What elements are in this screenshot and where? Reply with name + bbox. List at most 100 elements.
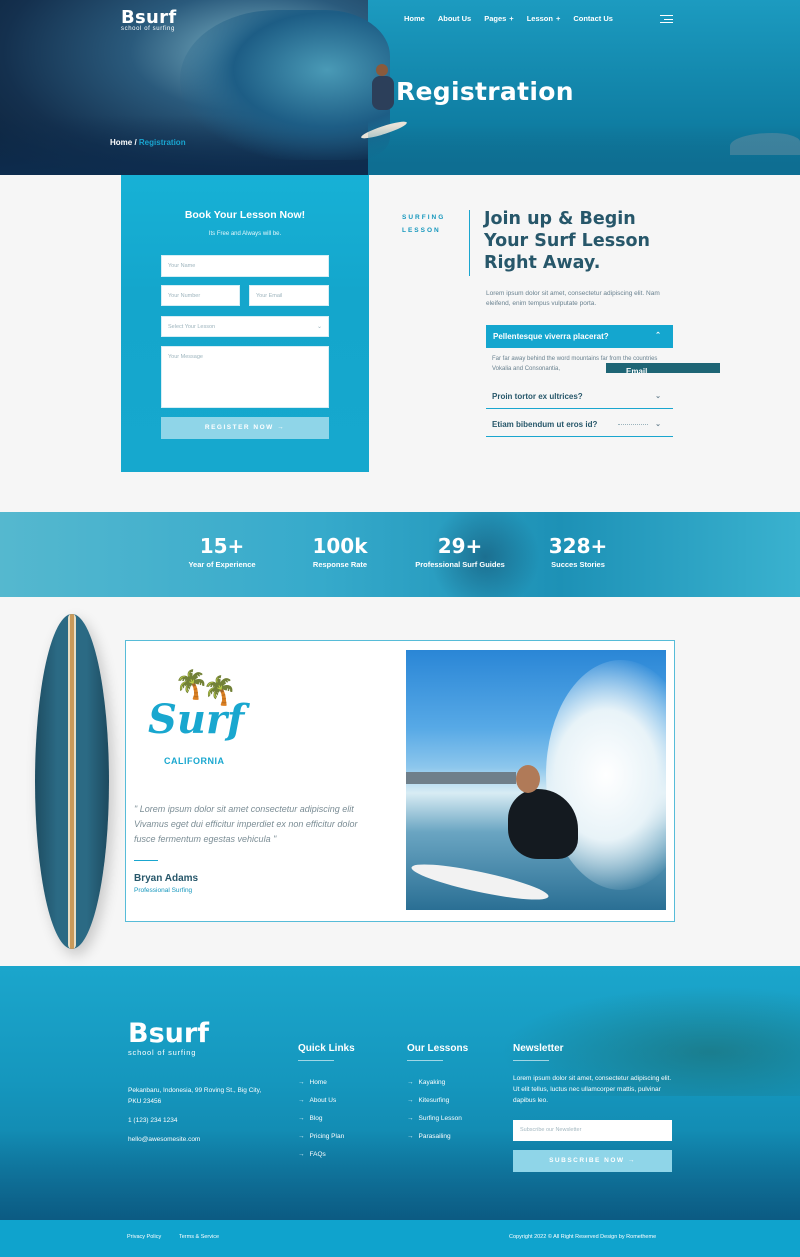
register-button[interactable]: REGISTER NOW → bbox=[161, 417, 329, 439]
accordion-item-2-header[interactable]: Proin tortor ex ultrices? ⌄ bbox=[486, 385, 673, 409]
plus-icon: + bbox=[555, 14, 561, 23]
newsletter-text: Lorem ipsum dolor sit amet, consectetur … bbox=[513, 1075, 672, 1104]
quote-divider bbox=[134, 860, 158, 861]
lessons-list: → Kayaking → Kitesurfing → Surfing Lesson →… bbox=[407, 1074, 462, 1146]
footer-brand-tagline: school of surfing bbox=[128, 1048, 197, 1057]
stat-response: 100k Response Rate bbox=[300, 534, 380, 569]
page-title: Registration bbox=[396, 77, 574, 106]
accordion-item-2-question: Proin tortor ex ultrices? bbox=[492, 392, 583, 401]
copyright-text: Copyright 2022 © All Right Reserved Desi… bbox=[509, 1234, 657, 1240]
lesson-link-label: Kayaking bbox=[418, 1079, 446, 1086]
chevron-down-icon: ⌄ bbox=[655, 421, 661, 428]
section-divider bbox=[469, 210, 470, 276]
stat-stories: 328+ Succes Stories bbox=[543, 534, 613, 569]
breadcrumb-home[interactable]: Home bbox=[110, 138, 132, 147]
footer-link-blog[interactable]: → Blog bbox=[298, 1110, 344, 1128]
surfboard-image bbox=[35, 614, 109, 949]
quick-links-title-text: Quick Links bbox=[298, 1043, 355, 1054]
nav-home[interactable]: Home bbox=[404, 14, 425, 23]
testimonial-author: Bryan Adams bbox=[134, 873, 199, 884]
hero-hill bbox=[730, 133, 800, 155]
lesson-link-surfing[interactable]: → Surfing Lesson bbox=[407, 1110, 462, 1128]
dotted-divider bbox=[618, 424, 648, 425]
footer-link-faqs[interactable]: → FAQs bbox=[298, 1146, 344, 1164]
email-field[interactable]: Your Email bbox=[249, 285, 329, 306]
arrow-right-icon: → bbox=[407, 1097, 414, 1104]
arrow-right-icon: → bbox=[298, 1151, 305, 1158]
chevron-up-icon: ⌃ bbox=[655, 332, 661, 339]
brand-logo[interactable]: Bsurf school of surfing bbox=[121, 7, 176, 32]
arrow-right-icon: → bbox=[298, 1115, 305, 1122]
stats-band: 15+ Year of Experience 100k Response Rat… bbox=[0, 512, 800, 597]
footer-link-about[interactable]: → About Us bbox=[298, 1092, 344, 1110]
testimonial-quote: " Lorem ipsum dolor sit amet consectetur… bbox=[134, 804, 358, 844]
nav-contact[interactable]: Contact Us bbox=[573, 14, 613, 23]
lesson-select[interactable]: Select Your Lesson ⌄ bbox=[161, 316, 329, 337]
lesson-select-value: Select Your Lesson bbox=[168, 324, 216, 330]
nav-lesson[interactable]: Lesson + bbox=[527, 14, 561, 23]
lessons-title: Our Lessons bbox=[407, 1043, 468, 1061]
lesson-link-label: Parasailing bbox=[418, 1133, 451, 1140]
join-title: Join up & Begin Your Surf Lesson Right A… bbox=[484, 209, 651, 273]
subscribe-button[interactable]: SUBSCRIBE NOW → bbox=[513, 1150, 672, 1172]
stat-value: 100k bbox=[312, 534, 368, 558]
brand-name: Bsurf bbox=[121, 7, 177, 28]
arrow-right-icon: → bbox=[298, 1133, 305, 1140]
terms-link[interactable]: Terms & Service bbox=[179, 1234, 219, 1240]
footer-email[interactable]: hello@awesomesite.com bbox=[128, 1134, 200, 1145]
accordion-item-3-header[interactable]: Etiam bibendum ut eros id? ⌄ bbox=[486, 413, 673, 437]
arrow-right-icon: → bbox=[277, 424, 286, 431]
brand-tagline: school of surfing bbox=[121, 26, 175, 32]
accordion-item-1-question: Pellentesque viverra placerat? bbox=[493, 332, 609, 341]
footer-link-label: About Us bbox=[309, 1097, 337, 1104]
menu-icon[interactable] bbox=[660, 15, 673, 26]
footer-link-label: Blog bbox=[309, 1115, 323, 1122]
stat-label: Year of Experience bbox=[188, 560, 256, 569]
logo-script-text: Surf bbox=[148, 696, 245, 743]
newsletter-title-text: Newsletter bbox=[513, 1043, 564, 1054]
footer-link-home[interactable]: → Home bbox=[298, 1074, 344, 1092]
footer-logo[interactable]: Bsurf school of surfing bbox=[128, 1020, 209, 1058]
lesson-link-label: Surfing Lesson bbox=[418, 1115, 462, 1122]
footer-link-pricing[interactable]: → Pricing Plan bbox=[298, 1128, 344, 1146]
lesson-link-kitesurfing[interactable]: → Kitesurfing bbox=[407, 1092, 462, 1110]
lesson-link-label: Kitesurfing bbox=[418, 1097, 450, 1104]
section-kicker: SURFING LESSON bbox=[402, 214, 446, 234]
chevron-down-icon: ⌄ bbox=[316, 324, 322, 330]
privacy-policy-link[interactable]: Privacy Policy bbox=[127, 1234, 161, 1240]
footer-phone[interactable]: 1 (123) 234 1234 bbox=[128, 1115, 178, 1126]
quick-links-title: Quick Links bbox=[298, 1043, 355, 1061]
message-field[interactable]: Your Message bbox=[161, 346, 329, 408]
stat-experience: 15+ Year of Experience bbox=[180, 534, 264, 569]
name-field[interactable]: Your Name bbox=[161, 255, 329, 277]
nav-about[interactable]: About Us bbox=[438, 14, 471, 23]
stat-value: 328+ bbox=[548, 534, 608, 558]
arrow-right-icon: → bbox=[407, 1133, 414, 1140]
footer bbox=[0, 966, 800, 1220]
booking-subtitle: Its Free and Always will be. bbox=[208, 231, 282, 237]
arrow-right-icon: → bbox=[298, 1079, 305, 1086]
lesson-link-kayaking[interactable]: → Kayaking bbox=[407, 1074, 462, 1092]
booking-form: Book Your Lesson Now! Its Free and Alway… bbox=[121, 175, 369, 472]
lessons-title-text: Our Lessons bbox=[407, 1043, 469, 1054]
main-nav: Home About Us Pages + Lesson + Contact Us bbox=[404, 14, 626, 23]
footer-link-label: FAQs bbox=[309, 1151, 326, 1158]
newsletter-email-input[interactable]: Subscribe our Newsletter bbox=[513, 1120, 672, 1141]
accordion-item-1-header[interactable]: Pellentesque viverra placerat? ⌃ bbox=[486, 325, 673, 348]
email-overlay-tag: Email bbox=[606, 363, 720, 373]
register-button-label: REGISTER NOW bbox=[204, 424, 274, 431]
footer-link-label: Home bbox=[309, 1079, 327, 1086]
subscribe-button-label: SUBSCRIBE NOW bbox=[549, 1157, 625, 1164]
arrow-right-icon: → bbox=[627, 1157, 636, 1164]
quick-links-list: → Home → About Us → Blog → Pricing Plan → FAQ… bbox=[298, 1074, 344, 1164]
arrow-right-icon: → bbox=[298, 1097, 305, 1104]
arrow-right-icon: → bbox=[407, 1079, 414, 1086]
testimonial-role: Professional Surfing bbox=[134, 887, 193, 894]
stat-value: 15+ bbox=[199, 534, 245, 558]
number-field[interactable]: Your Number bbox=[161, 285, 240, 306]
plus-icon: + bbox=[509, 14, 514, 23]
nav-pages[interactable]: Pages + bbox=[484, 14, 514, 23]
lesson-link-parasailing[interactable]: → Parasailing bbox=[407, 1128, 462, 1146]
nav-pages-label: Pages bbox=[484, 14, 507, 23]
surf-california-logo: 🌴 🌴 Surf CALIFORNIA bbox=[134, 668, 260, 768]
